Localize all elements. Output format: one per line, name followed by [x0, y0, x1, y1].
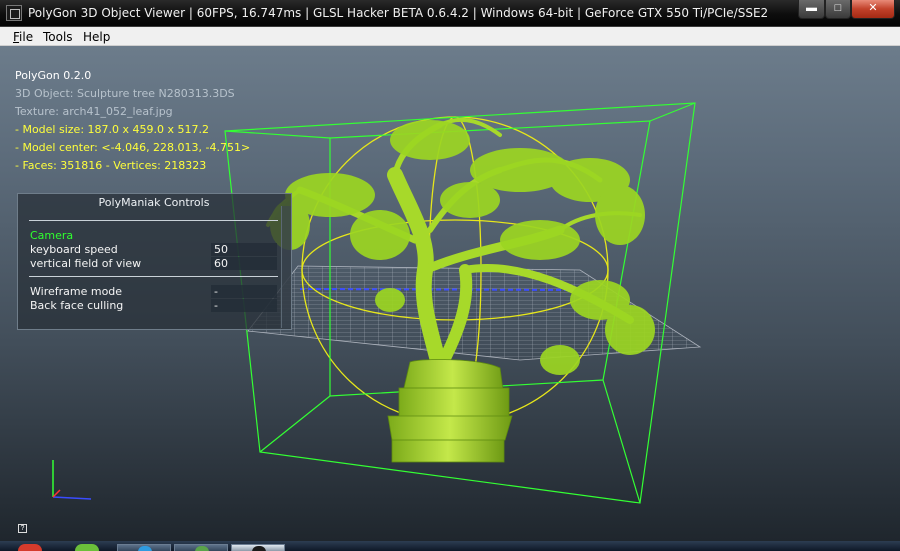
menu-tools[interactable]: Tools — [43, 30, 73, 44]
axis-gizmo — [52, 460, 92, 500]
texture-name-label: Texture: arch41_052_leaf.jpg — [15, 105, 173, 118]
back-face-culling-label: Back face culling — [30, 299, 124, 312]
window-title: PolyGon 3D Object Viewer | 60FPS, 16.747… — [28, 6, 769, 20]
model-size-label: - Model size: 187.0 x 459.0 x 517.2 — [15, 123, 209, 136]
close-button[interactable]: ✕ — [851, 0, 895, 19]
minimize-icon: ▬ — [806, 2, 817, 14]
object-name-label: 3D Object: Sculpture tree N280313.3DS — [15, 87, 235, 100]
back-face-culling-field[interactable]: - — [211, 299, 277, 312]
panel-divider — [29, 276, 278, 277]
polymaniak-controls-panel[interactable]: PolyManiak Controls Camera keyboard spee… — [17, 193, 292, 330]
taskbar — [0, 541, 900, 551]
minimize-button[interactable]: ▬ — [798, 0, 825, 19]
application-icon[interactable] — [6, 5, 22, 21]
wireframe-mode-label: Wireframe mode — [30, 285, 123, 298]
help-corner-icon[interactable]: ? — [18, 524, 27, 533]
menu-bar: File Tools Help — [0, 27, 900, 46]
chrome-window-icon[interactable] — [174, 544, 228, 551]
chrome-icon[interactable] — [75, 544, 99, 551]
app-name-label: PolyGon 0.2.0 — [15, 69, 92, 82]
keyboard-speed-field[interactable]: 50 — [211, 243, 277, 256]
menu-help[interactable]: Help — [83, 30, 110, 44]
panel-title[interactable]: PolyManiak Controls — [18, 196, 290, 209]
start-button-icon[interactable] — [18, 544, 42, 551]
faces-vertices-label: - Faces: 351816 - Vertices: 218323 — [15, 159, 207, 172]
camera-section-header: Camera — [30, 229, 74, 242]
maximize-icon: □ — [834, 2, 842, 14]
panel-scrollbar[interactable] — [281, 206, 291, 328]
polygon-app-icon[interactable] — [231, 544, 285, 551]
keyboard-speed-label: keyboard speed — [30, 243, 118, 256]
fov-label: vertical field of view — [30, 257, 142, 270]
title-bar[interactable]: PolyGon 3D Object Viewer | 60FPS, 16.747… — [0, 0, 900, 27]
3d-viewport[interactable]: PolyGon 0.2.0 3D Object: Sculpture tree … — [0, 46, 900, 541]
maximize-button[interactable]: □ — [825, 0, 851, 19]
fov-field[interactable]: 60 — [211, 257, 277, 270]
wireframe-mode-field[interactable]: - — [211, 285, 277, 298]
tree-pedestal — [387, 359, 513, 463]
close-icon: ✕ — [868, 2, 878, 14]
panel-divider — [29, 220, 278, 221]
ie-icon[interactable] — [117, 544, 171, 551]
menu-file[interactable]: File — [13, 30, 33, 44]
model-center-label: - Model center: <-4.046, 228.013, -4.751… — [15, 141, 251, 154]
